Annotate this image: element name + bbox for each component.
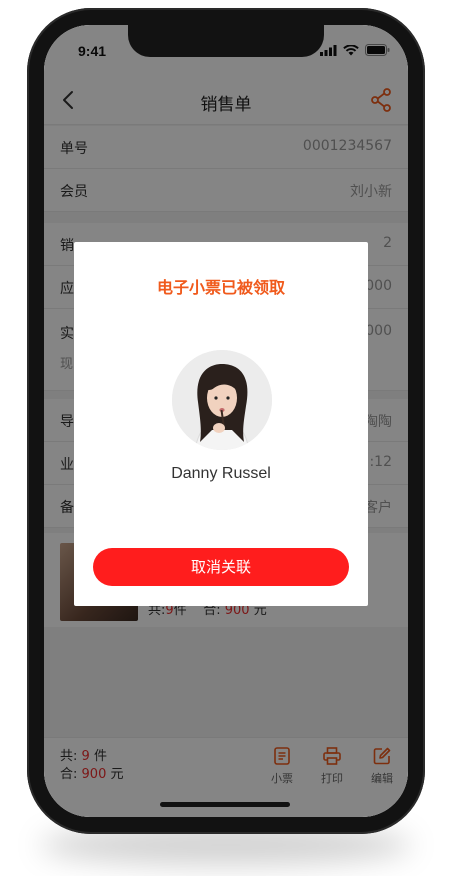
- avatar-portrait: [172, 350, 272, 450]
- receipt-claimed-dialog: 电子小票已被领取 Danny Russel 取消关联: [74, 242, 368, 606]
- unlink-button[interactable]: 取消关联: [93, 548, 349, 586]
- avatar: [172, 350, 272, 450]
- user-name: Danny Russel: [171, 465, 271, 482]
- screen: 9:41 销售单 单号 0001234567 会员 刘小新 销 2 应 000 …: [44, 25, 408, 817]
- home-indicator[interactable]: [160, 802, 290, 807]
- notch: [128, 25, 324, 57]
- dialog-title: 电子小票已被领取: [156, 278, 285, 297]
- phone-frame: 9:41 销售单 单号 0001234567 会员 刘小新 销 2 应 000 …: [27, 8, 425, 834]
